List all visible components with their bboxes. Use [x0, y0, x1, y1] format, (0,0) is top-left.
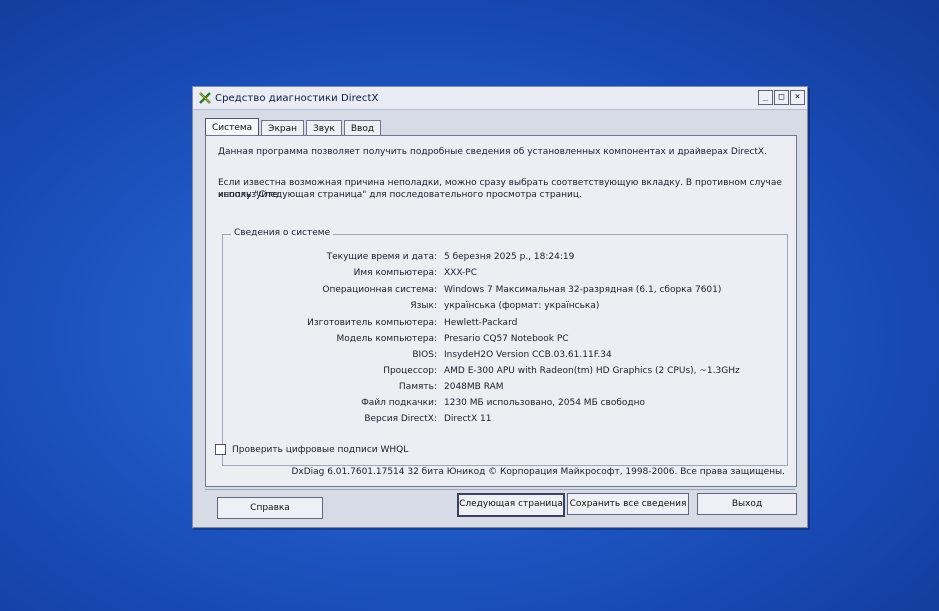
info-row-pagefile: Файл подкачки: 1230 МБ использовано, 205…: [223, 398, 787, 412]
info-label: BIOS:: [412, 350, 437, 360]
close-button[interactable]: ×: [790, 90, 805, 105]
system-tab-panel: Данная программа позволяет получить подр…: [205, 135, 797, 487]
copyright-text: DxDiag 6.01.7601.17514 32 бита Юникод © …: [291, 467, 785, 477]
intro-text-1: Данная программа позволяет получить подр…: [218, 147, 767, 157]
system-info-group-label: Сведения о системе: [231, 228, 334, 238]
info-label: Процессор:: [383, 366, 437, 376]
window-title: Средство диагностики DirectX: [215, 92, 379, 104]
info-row-os: Операционная система: Windows 7 Максимал…: [223, 285, 787, 299]
info-value: Presario CQ57 Notebook PC: [444, 334, 569, 344]
info-label: Модель компьютера:: [336, 334, 438, 344]
info-row-manufacturer: Изготовитель компьютера: Hewlett-Packard: [223, 318, 787, 332]
info-label: Операционная система:: [322, 285, 437, 295]
minimize-button[interactable]: _: [758, 90, 773, 105]
info-label: Язык:: [410, 301, 437, 311]
info-row-language: Язык: українська (формат: українська): [223, 301, 787, 315]
info-row-datetime: Текущие время и дата: 5 березня 2025 р.,…: [223, 252, 787, 266]
info-label: Текущие время и дата:: [326, 252, 437, 262]
info-value: DirectX 11: [444, 414, 492, 424]
button-separator: [205, 489, 795, 490]
window-controls: _ □ ×: [758, 90, 805, 105]
info-label: Имя компьютера:: [353, 268, 437, 278]
info-label: Файл подкачки:: [361, 398, 437, 408]
whql-checkbox[interactable]: [215, 444, 226, 455]
info-value: AMD E-300 APU with Radeon(tm) HD Graphic…: [444, 366, 740, 376]
info-value: українська (формат: українська): [444, 301, 600, 311]
title-bar[interactable]: Средство диагностики DirectX _ □ ×: [193, 87, 807, 110]
info-value: 1230 МБ использовано, 2054 МБ свободно: [444, 398, 646, 408]
info-label: Изготовитель компьютера:: [307, 318, 437, 328]
dxdiag-icon: [199, 92, 211, 104]
dxdiag-window: Средство диагностики DirectX _ □ × Систе…: [192, 86, 808, 528]
help-button[interactable]: Справка: [217, 497, 323, 519]
info-label: Память:: [398, 382, 437, 392]
info-value: Hewlett-Packard: [444, 318, 518, 328]
info-value: Windows 7 Максимальная 32-разрядная (6.1…: [444, 285, 722, 295]
info-label: Версия DirectX:: [364, 414, 437, 424]
info-value: 5 березня 2025 р., 18:24:19: [444, 252, 575, 262]
info-row-memory: Память: 2048MB RAM: [223, 382, 787, 396]
info-row-bios: BIOS: InsydeH2O Version CCB.03.61.11F.34: [223, 350, 787, 364]
intro-text-3: кнопку "Следующая страница" для последов…: [218, 190, 582, 200]
info-row-model: Модель компьютера: Presario CQ57 Noteboo…: [223, 334, 787, 348]
save-all-button[interactable]: Сохранить все сведения: [567, 493, 689, 515]
whql-checkbox-row[interactable]: Проверить цифровые подписи WHQL: [215, 444, 408, 455]
system-info-group: Сведения о системе Текущие время и дата:…: [222, 228, 788, 466]
info-row-directx: Версия DirectX: DirectX 11: [223, 414, 787, 428]
info-row-computer-name: Имя компьютера: XXX-PC: [223, 268, 787, 282]
info-row-processor: Процессор: AMD E-300 APU with Radeon(tm)…: [223, 366, 787, 380]
whql-checkbox-label: Проверить цифровые подписи WHQL: [232, 444, 409, 455]
info-value: InsydeH2O Version CCB.03.61.11F.34: [444, 350, 612, 360]
maximize-button[interactable]: □: [774, 90, 789, 105]
info-value: XXX-PC: [444, 268, 478, 278]
exit-button[interactable]: Выход: [697, 493, 797, 515]
next-page-button[interactable]: Следующая страница: [457, 493, 565, 517]
info-value: 2048MB RAM: [444, 382, 504, 392]
